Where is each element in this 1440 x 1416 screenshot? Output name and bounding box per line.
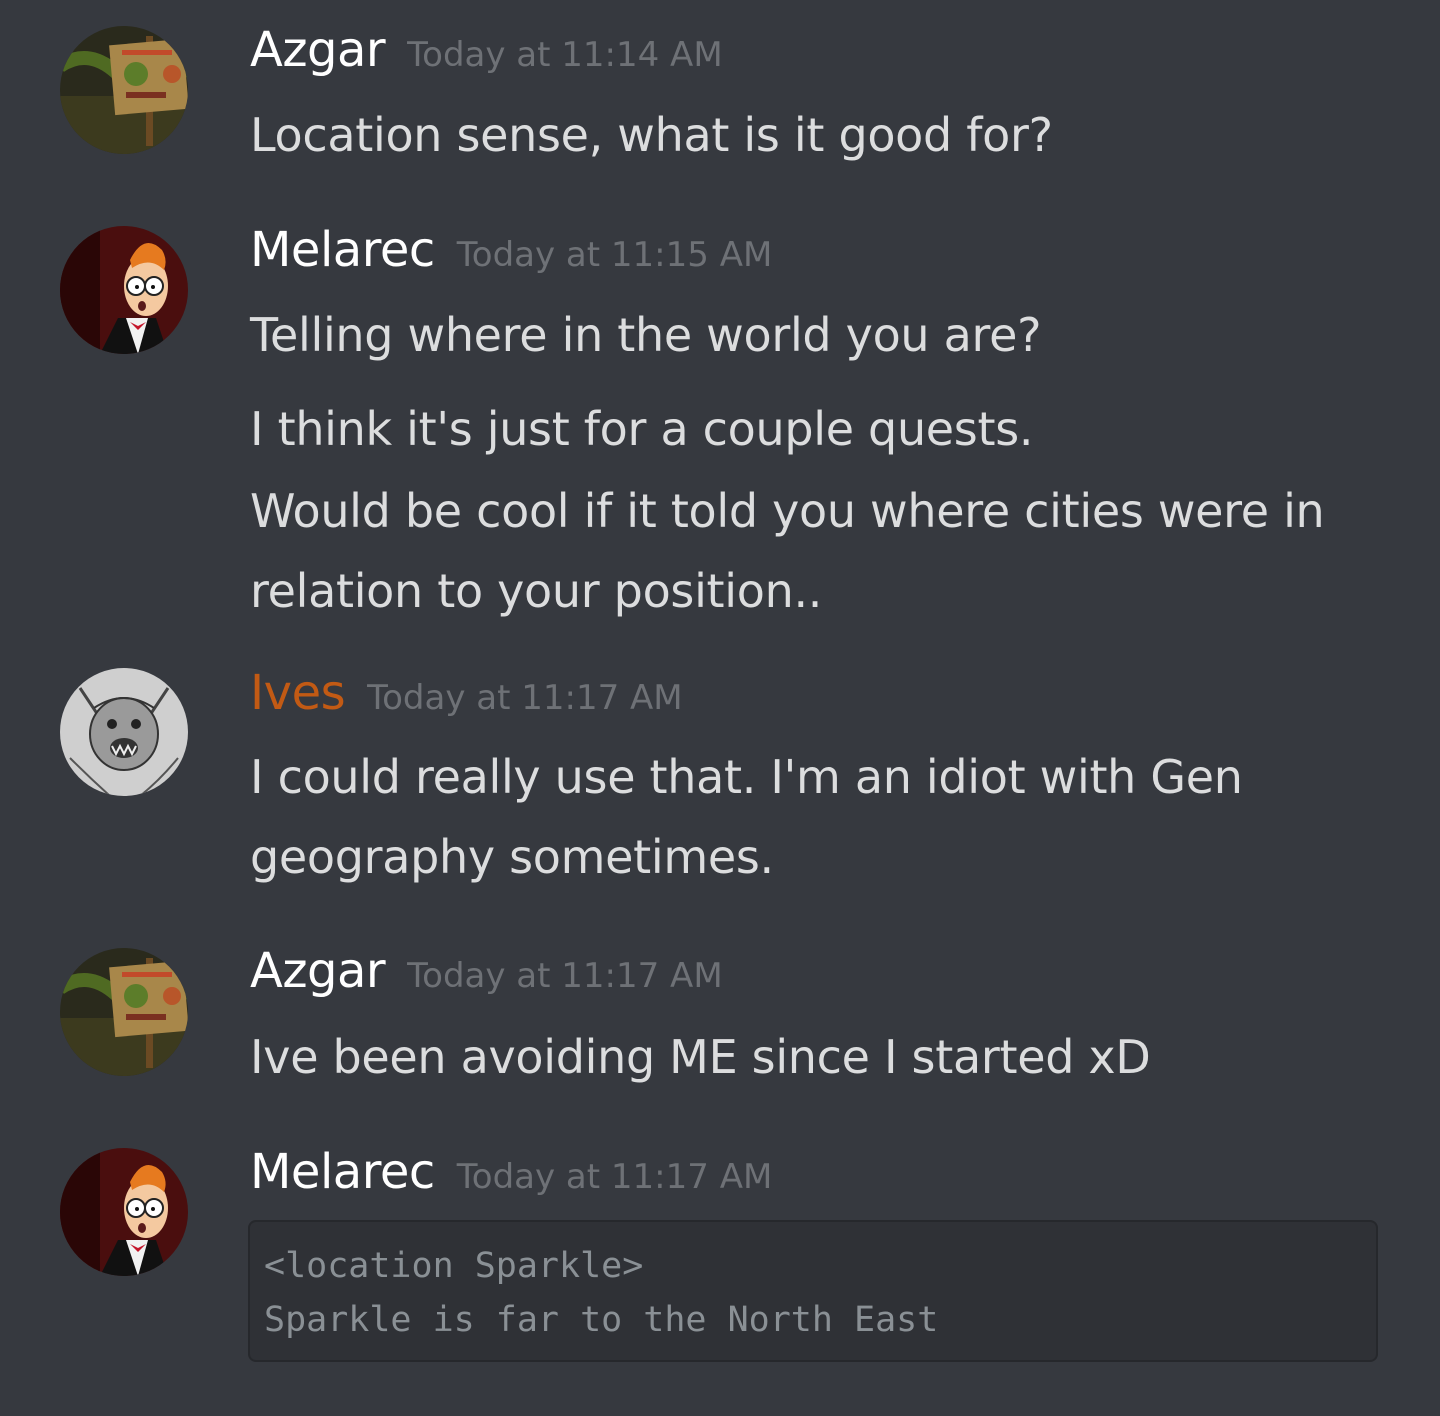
message-header: Melarec Today at 11:17 AM — [250, 1144, 772, 1200]
message-text: Location sense, what is it good for? — [250, 108, 1053, 162]
fry-avatar-icon[interactable] — [60, 226, 188, 354]
code-line: <location Sparkle> — [264, 1246, 644, 1286]
ogre-sign-avatar-icon[interactable] — [60, 26, 188, 154]
message-header: Azgar Today at 11:14 AM — [250, 22, 723, 78]
timestamp: Today at 11:17 AM — [367, 678, 683, 718]
message-text: Ive been avoiding ME since I started xD — [250, 1030, 1151, 1084]
message-header: Ives Today at 11:17 AM — [250, 665, 683, 721]
message-text: I could really use that. I'm an idiot wi… — [250, 750, 1243, 804]
timestamp: Today at 11:15 AM — [456, 235, 773, 275]
fry-avatar-icon[interactable] — [60, 1148, 188, 1276]
message-group-azgar-1: Azgar Today at 11:14 AM Location sense, w… — [0, 0, 1440, 200]
ogre-sign-avatar-icon[interactable] — [60, 948, 188, 1076]
message-text: Telling where in the world you are? — [250, 308, 1042, 362]
timestamp: Today at 11:17 AM — [407, 956, 723, 996]
code-line: Sparkle is far to the North East — [264, 1300, 939, 1340]
message-text: geography sometimes. — [250, 830, 774, 884]
sketch-creature-avatar-icon[interactable] — [60, 668, 188, 796]
username[interactable]: Azgar — [250, 22, 386, 78]
message-header: Azgar Today at 11:17 AM — [250, 943, 723, 999]
timestamp: Today at 11:14 AM — [407, 35, 723, 75]
message-text: relation to your position.. — [250, 564, 823, 618]
message-header: Melarec Today at 11:15 AM — [250, 222, 772, 278]
timestamp: Today at 11:17 AM — [456, 1157, 773, 1197]
username[interactable]: Melarec — [250, 222, 435, 278]
message-text: I think it's just for a couple quests. — [250, 402, 1034, 456]
username[interactable]: Melarec — [250, 1144, 435, 1200]
username[interactable]: Ives — [250, 665, 346, 721]
username[interactable]: Azgar — [250, 943, 386, 999]
message-text: Would be cool if it told you where citie… — [250, 484, 1325, 538]
code-block[interactable]: <location Sparkle> Sparkle is far to the… — [248, 1220, 1378, 1362]
